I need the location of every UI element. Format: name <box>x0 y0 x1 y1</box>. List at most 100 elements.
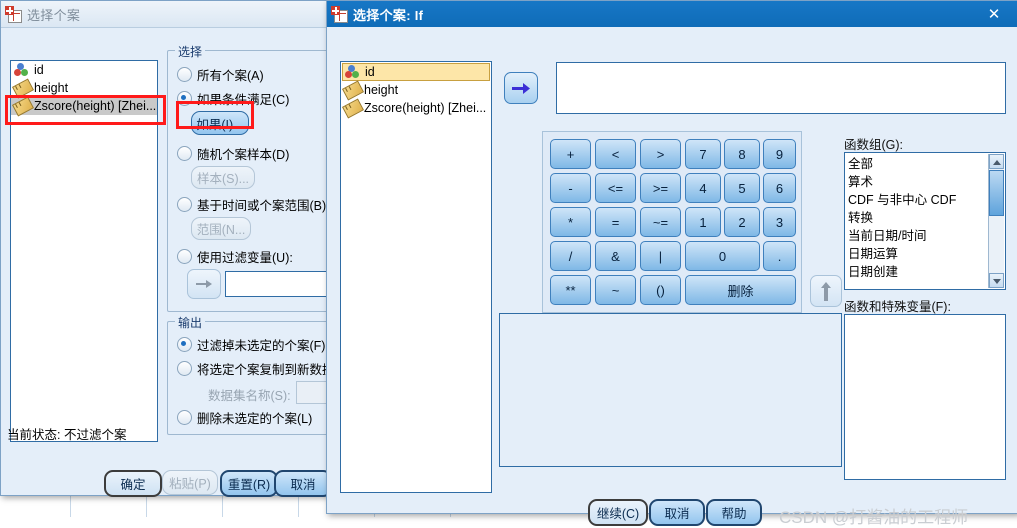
list-item[interactable]: height <box>11 78 157 99</box>
list-item-label: Zscore(height) [Zhei... <box>364 101 487 115</box>
if-cancel-button[interactable]: 取消 <box>649 499 705 526</box>
right-arrow-icon <box>512 82 530 94</box>
list-item-label: CDF 与非中心 CDF <box>848 192 957 207</box>
radio-if-condition[interactable]: 如果条件满足(C) <box>177 89 289 108</box>
key-not-equal[interactable]: ~= <box>640 207 681 237</box>
key-5[interactable]: 5 <box>724 173 760 203</box>
function-group-scrollbar[interactable] <box>988 154 1004 288</box>
radio-time-range[interactable]: 基于时间或个案范围(B) <box>177 195 326 214</box>
if-button[interactable]: 如果(I)... <box>191 111 249 135</box>
list-item[interactable]: id <box>11 61 157 79</box>
key-less-equal[interactable]: <= <box>595 173 636 203</box>
paste-button: 粘贴(P) <box>162 470 218 495</box>
reset-button[interactable]: 重置(R) <box>220 470 278 497</box>
radio-label: 所有个案(A) <box>197 69 264 83</box>
key-greater[interactable]: > <box>640 139 681 169</box>
source-variable-list[interactable]: id height Zscore(height) [Zhei... <box>10 60 158 442</box>
scroll-down-button[interactable] <box>989 273 1004 288</box>
list-item[interactable]: 转换 <box>845 207 1005 225</box>
filter-variable-input[interactable] <box>225 271 337 297</box>
key-3[interactable]: 3 <box>763 207 796 237</box>
if-source-variable-list[interactable]: id height Zscore(height) [Zhei... <box>340 61 492 493</box>
radio-use-filter-variable[interactable]: 使用过滤变量(U): <box>177 247 293 266</box>
watermark-text: CSDN @打酱油的工程师 <box>779 508 969 527</box>
key-power[interactable]: ** <box>550 275 591 305</box>
select-cases-titlebar[interactable]: 选择个案 <box>1 1 330 28</box>
key-decimal[interactable]: . <box>763 241 796 271</box>
radio-filter-unselected[interactable]: 过滤掉未选定的个案(F) <box>177 335 325 354</box>
key-delete[interactable]: 删除 <box>685 275 796 305</box>
key-8[interactable]: 8 <box>724 139 760 169</box>
list-item[interactable]: 全部 <box>845 153 1005 171</box>
list-item-label: Zscore(height) [Zhei... <box>34 99 157 113</box>
help-button[interactable]: 帮助 <box>706 499 762 526</box>
key-2[interactable]: 2 <box>724 207 760 237</box>
key-7[interactable]: 7 <box>685 139 721 169</box>
up-arrow-icon <box>821 281 831 301</box>
radio-copy-to-new-dataset[interactable]: 将选定个案复制到新数据集 <box>177 359 347 378</box>
select-group-legend: 选择 <box>175 43 206 60</box>
expression-input[interactable] <box>556 62 1006 114</box>
list-item[interactable]: 算术 <box>845 171 1005 189</box>
radio-dot <box>177 249 192 264</box>
key-less[interactable]: < <box>595 139 636 169</box>
radio-label: 将选定个案复制到新数据集 <box>197 363 348 377</box>
scale-icon <box>12 78 34 99</box>
key-1[interactable]: 1 <box>685 207 721 237</box>
ok-button[interactable]: 确定 <box>104 470 162 497</box>
list-item[interactable]: 日期创建 <box>845 261 1005 279</box>
radio-random-sample[interactable]: 随机个案样本(D) <box>177 144 289 163</box>
scroll-up-button[interactable] <box>989 154 1004 169</box>
calculator-keypad: + < > 7 8 9 - <= >= 4 5 6 * = ~= 1 2 3 /… <box>542 131 802 313</box>
insert-function-arrow-button <box>810 275 842 307</box>
list-item[interactable]: 日期运算 <box>845 243 1005 261</box>
radio-dot <box>177 337 192 352</box>
select-cases-title: 选择个案 <box>27 7 81 23</box>
key-multiply[interactable]: * <box>550 207 591 237</box>
key-4[interactable]: 4 <box>685 173 721 203</box>
cancel-button[interactable]: 取消 <box>274 470 332 497</box>
radio-label: 如果条件满足(C) <box>197 93 290 107</box>
key-plus[interactable]: + <box>550 139 591 169</box>
list-item[interactable]: Zscore(height) [Zhei... <box>341 98 491 119</box>
list-item[interactable]: CDF 与非中心 CDF <box>845 189 1005 207</box>
key-tilde[interactable]: ~ <box>595 275 636 305</box>
list-item[interactable]: id <box>342 63 490 81</box>
key-minus[interactable]: - <box>550 173 591 203</box>
key-divide[interactable]: / <box>550 241 591 271</box>
radio-dot <box>177 146 192 161</box>
radio-dot <box>177 197 192 212</box>
list-item-label: 日期创建 <box>848 264 899 279</box>
radio-delete-unselected[interactable]: 删除未选定的个案(L) <box>177 408 312 427</box>
key-parentheses[interactable]: () <box>640 275 681 305</box>
close-icon[interactable]: ✕ <box>974 1 1014 27</box>
key-greater-equal[interactable]: >= <box>640 173 681 203</box>
scrollbar-thumb[interactable] <box>989 170 1004 216</box>
nominal-icon <box>14 63 30 77</box>
filter-variable-arrow-button <box>187 269 221 299</box>
scale-icon <box>12 96 34 117</box>
radio-dot <box>177 67 192 82</box>
list-item[interactable]: height <box>341 80 491 101</box>
key-6[interactable]: 6 <box>763 173 796 203</box>
move-variable-arrow-button[interactable] <box>504 72 538 104</box>
key-or[interactable]: | <box>640 241 681 271</box>
key-equal[interactable]: = <box>595 207 636 237</box>
output-group: 输出 过滤掉未选定的个案(F) 将选定个案复制到新数据集 数据集名称(S): 删… <box>167 314 347 435</box>
key-0[interactable]: 0 <box>685 241 760 271</box>
functions-list[interactable] <box>844 314 1006 480</box>
list-item[interactable]: 当前日期/时间 <box>845 225 1005 243</box>
select-group: 选择 所有个案(A) 如果条件满足(C) 如果(I)... 随机个案样本(D) … <box>167 43 339 312</box>
if-dialog-title: 选择个案: If <box>353 7 424 23</box>
list-item-label: 全部 <box>848 156 874 171</box>
list-item-label: 转换 <box>848 210 874 225</box>
function-group-list[interactable]: 全部 算术 CDF 与非中心 CDF 转换 当前日期/时间 日期运算 日期创建 <box>844 152 1006 290</box>
right-arrow-icon <box>196 280 212 288</box>
if-dialog-titlebar[interactable]: 选择个案: If ✕ <box>327 1 1017 27</box>
list-item[interactable]: Zscore(height) [Zhei... <box>11 96 157 117</box>
radio-label: 过滤掉未选定的个案(F) <box>197 339 326 353</box>
radio-all-cases[interactable]: 所有个案(A) <box>177 65 264 84</box>
scale-icon <box>342 98 364 119</box>
key-and[interactable]: & <box>595 241 636 271</box>
key-9[interactable]: 9 <box>763 139 796 169</box>
